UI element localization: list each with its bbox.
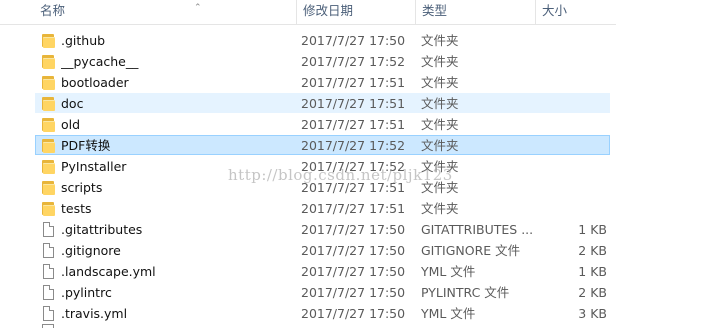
file-row[interactable]: PyInstaller 2017/7/27 17:52 文件夹 <box>0 156 712 177</box>
folder-icon <box>42 180 56 195</box>
file-size <box>540 93 607 114</box>
file-size <box>540 156 607 177</box>
file-icon <box>43 285 54 300</box>
file-type: GITATTRIBUTES ... <box>421 222 534 237</box>
file-name: .gitignore <box>61 243 121 258</box>
file-size <box>540 177 607 198</box>
file-type: 文件夹 <box>421 96 459 111</box>
file-size: 1 KB <box>578 264 607 279</box>
file-type: 文件夹 <box>421 75 459 90</box>
file-row[interactable]: doc 2017/7/27 17:51 文件夹 <box>0 93 712 114</box>
modified-date: 2017/7/27 17:52 <box>301 54 406 69</box>
file-row[interactable]: .landscape.yml 2017/7/27 17:50 YML 文件 1 KB <box>0 261 712 282</box>
file-row[interactable]: PDF转换 2017/7/27 17:52 文件夹 <box>0 135 712 156</box>
column-header-date[interactable]: 修改日期 <box>296 0 415 24</box>
file-name: scripts <box>61 180 103 195</box>
file-type: 文件夹 <box>421 180 459 195</box>
file-size <box>540 135 607 156</box>
modified-date: 2017/7/27 17:51 <box>301 201 406 216</box>
file-name: PyInstaller <box>61 159 127 174</box>
file-name: bootloader <box>61 75 129 90</box>
file-name: .landscape.yml <box>61 264 156 279</box>
file-name: .travis.yml <box>61 306 128 321</box>
file-name: .gitattributes <box>61 222 143 237</box>
file-name: .pylintrc <box>61 285 112 300</box>
folder-icon <box>42 138 56 153</box>
file-icon <box>43 264 54 279</box>
modified-date: 2017/7/27 17:50 <box>301 264 406 279</box>
file-name: PDF转换 <box>61 138 111 153</box>
file-row[interactable]: .github 2017/7/27 17:50 文件夹 <box>0 30 712 51</box>
modified-date: 2017/7/27 17:51 <box>301 96 406 111</box>
folder-icon <box>42 117 56 132</box>
file-size: 3 KB <box>578 306 607 321</box>
modified-date: 2017/7/27 17:51 <box>301 117 406 132</box>
file-row[interactable]: __pycache__ 2017/7/27 17:52 文件夹 <box>0 51 712 72</box>
column-header-bar: 名称 ⌃ 修改日期 类型 大小 <box>0 0 616 25</box>
folder-icon <box>42 33 56 48</box>
file-size <box>540 72 607 93</box>
modified-date: 2017/7/27 17:52 <box>301 138 406 153</box>
folder-icon <box>42 201 56 216</box>
file-type: PYLINTRC 文件 <box>421 285 510 300</box>
folder-icon <box>42 75 56 90</box>
file-row[interactable]: .gitattributes 2017/7/27 17:50 GITATTRIBUT… <box>0 219 712 240</box>
column-header-size[interactable]: 大小 <box>535 0 616 24</box>
file-row[interactable]: scripts 2017/7/27 17:51 文件夹 <box>0 177 712 198</box>
file-type: YML 文件 <box>421 306 476 321</box>
file-name: tests <box>61 201 92 216</box>
file-icon <box>43 243 54 258</box>
file-type: YML 文件 <box>421 264 476 279</box>
file-row[interactable]: old 2017/7/27 17:51 文件夹 <box>0 114 712 135</box>
file-icon <box>42 324 54 328</box>
column-header-name-label: 名称 <box>40 3 66 18</box>
file-name: old <box>61 117 81 132</box>
file-row[interactable]: tests 2017/7/27 17:51 文件夹 <box>0 198 712 219</box>
file-size <box>540 198 607 219</box>
folder-icon <box>42 96 56 111</box>
file-icon <box>43 222 54 237</box>
modified-date: 2017/7/27 17:50 <box>301 306 406 321</box>
file-row[interactable]: bootloader 2017/7/27 17:51 文件夹 <box>0 72 712 93</box>
file-list: .github 2017/7/27 17:50 文件夹 __pycache__ 2017… <box>0 30 712 324</box>
file-row[interactable]: .pylintrc 2017/7/27 17:50 PYLINTRC 文件 2 KB <box>0 282 712 303</box>
file-row[interactable]: .travis.yml 2017/7/27 17:50 YML 文件 3 KB <box>0 303 712 324</box>
sort-up-icon: ⌃ <box>194 3 202 13</box>
file-type: 文件夹 <box>421 201 459 216</box>
file-type: 文件夹 <box>421 33 459 48</box>
file-type: 文件夹 <box>421 159 459 174</box>
folder-icon <box>42 159 56 174</box>
file-icon <box>43 306 54 321</box>
file-type: 文件夹 <box>421 117 459 132</box>
file-type: 文件夹 <box>421 54 459 69</box>
file-name: doc <box>61 96 84 111</box>
modified-date: 2017/7/27 17:50 <box>301 33 406 48</box>
folder-icon <box>42 54 56 69</box>
modified-date: 2017/7/27 17:50 <box>301 243 406 258</box>
file-name: __pycache__ <box>61 54 139 69</box>
file-type: GITIGNORE 文件 <box>421 243 521 258</box>
file-size <box>540 51 607 72</box>
file-size <box>540 30 607 51</box>
file-size: 2 KB <box>578 285 607 300</box>
modified-date: 2017/7/27 17:52 <box>301 159 406 174</box>
file-name: .github <box>61 33 106 48</box>
file-size <box>540 114 607 135</box>
modified-date: 2017/7/27 17:50 <box>301 285 406 300</box>
file-size: 2 KB <box>578 243 607 258</box>
file-type: 文件夹 <box>421 138 459 153</box>
modified-date: 2017/7/27 17:51 <box>301 75 406 90</box>
modified-date: 2017/7/27 17:51 <box>301 180 406 195</box>
modified-date: 2017/7/27 17:50 <box>301 222 406 237</box>
column-header-name[interactable]: 名称 ⌃ <box>34 0 296 24</box>
column-header-type[interactable]: 类型 <box>415 0 535 24</box>
file-row[interactable]: .gitignore 2017/7/27 17:50 GITIGNORE 文件 2 K… <box>0 240 712 261</box>
file-size: 1 KB <box>578 222 607 237</box>
